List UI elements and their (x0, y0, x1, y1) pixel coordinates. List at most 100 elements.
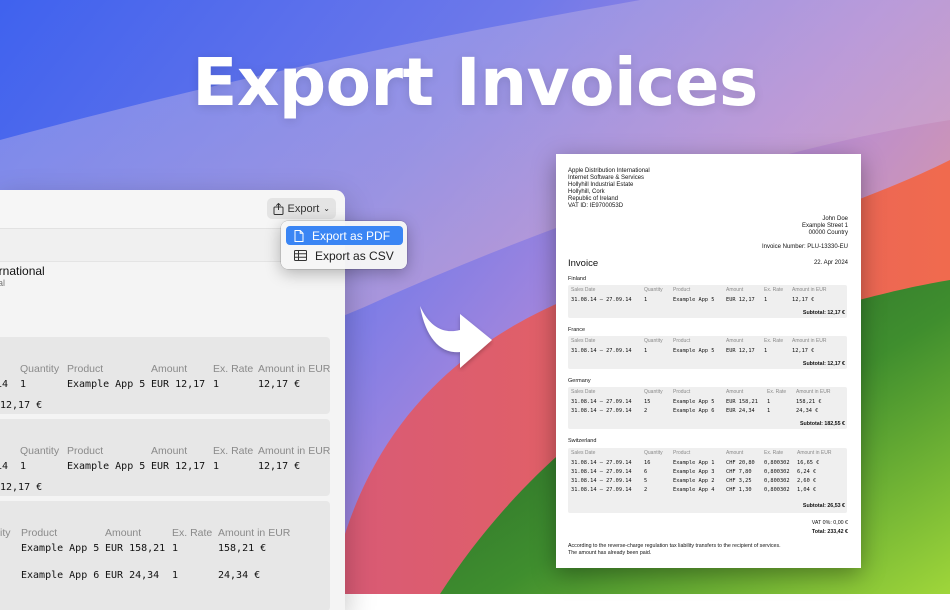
column-header: Amount (105, 527, 142, 539)
cell: 6,24 € (797, 469, 817, 475)
invoice-title: Invoice (568, 258, 599, 269)
arrow-right-icon (420, 306, 492, 368)
column-header: Quantity (20, 445, 60, 457)
column-header: Product (673, 287, 691, 293)
cell-quantity: 1 (20, 461, 27, 472)
cell: EUR 24,34 (726, 408, 755, 414)
column-header: Ex. Rate (764, 287, 784, 293)
column-header: ity (0, 527, 11, 539)
invoice-table: Sales Date Quantity Product Amount Ex. R… (568, 336, 847, 369)
cell-amount-eur: 158,21 € (218, 543, 267, 554)
column-header: Amount (726, 450, 744, 456)
cell: 0,800302 (764, 487, 790, 493)
cell: 31.08.14 – 27.09.14 (571, 460, 632, 466)
cell: 0,800302 (764, 478, 790, 484)
cell: 31.08.14 – 27.09.14 (571, 297, 632, 303)
cell: 5 (644, 478, 648, 484)
menu-item-export-pdf[interactable]: Export as PDF (286, 226, 403, 245)
subtotal: 12,17 € (0, 482, 43, 493)
document-icon (294, 229, 304, 242)
column-header: Amount (726, 287, 744, 293)
subtotal: Subtotal: 182,55 € (799, 421, 845, 427)
company-name: ernational (0, 264, 45, 278)
address-line: VAT ID: IE9700053D (568, 203, 624, 210)
column-header: Product (67, 445, 104, 457)
menu-item-label: Export as CSV (315, 248, 394, 263)
section-title: Finland (568, 276, 587, 282)
cell-quantity: 1 (20, 379, 27, 390)
cell: Example App 2 (673, 478, 715, 484)
column-header: Sales Date (571, 389, 596, 395)
cell: 15 (644, 399, 651, 405)
cell: 31.08.14 – 27.09.14 (571, 399, 632, 405)
chevron-down-icon: ⌄ (323, 204, 330, 213)
column-header: Quantity (644, 287, 663, 293)
column-header: Amount (726, 338, 744, 344)
column-header: Ex. Rate (172, 527, 213, 539)
invoice-date: 22. Apr 2024 (813, 260, 848, 266)
column-header: Amount in EUR (218, 527, 291, 539)
column-header: Amount (726, 389, 744, 395)
cell-product: Example App 5 (67, 379, 146, 390)
column-header: Amount in EUR (792, 338, 827, 344)
invoice-table: Sales Date Quantity Product Amount Ex. R… (568, 448, 847, 513)
column-header: Amount in EUR (258, 445, 331, 457)
column-header: Sales Date (571, 450, 596, 456)
column-header: Amount in EUR (258, 363, 331, 375)
column-header: Sales Date (571, 287, 596, 293)
menu-item-export-csv[interactable]: Export as CSV (286, 246, 403, 265)
column-header: Product (67, 363, 104, 375)
address-line: Hollyhill, Cork (568, 189, 605, 196)
country-card: Quantity Product Amount Ex. Rate Amount … (0, 419, 330, 496)
column-header: Ex. Rate (213, 445, 254, 457)
cell: Example App 6 (673, 408, 715, 414)
cell: Example App 3 (673, 469, 715, 475)
cell-amount-eur: 12,17 € (258, 461, 301, 472)
address-line: 00000 Country (808, 230, 848, 237)
cell: 0,800302 (764, 460, 790, 466)
cell: 1 (767, 399, 771, 405)
cell-date: 14 (0, 379, 9, 390)
cell: 16,65 € (797, 460, 820, 466)
menu-item-label: Export as PDF (312, 228, 391, 243)
footer-note: The amount has already been paid. (568, 550, 652, 556)
share-icon (273, 202, 283, 215)
column-header: Amount in EUR (792, 287, 827, 293)
cell-product: Example App 5 (21, 543, 100, 554)
subtotal: Subtotal: 26,53 € (802, 503, 845, 509)
column-header: Amount in EUR (796, 389, 831, 395)
address-line: Apple Distribution International (568, 168, 650, 174)
column-header: Product (21, 527, 58, 539)
invoice-document: Apple Distribution International Interne… (556, 154, 861, 568)
vat-line: VAT 0%: 0,00 € (811, 520, 848, 526)
cell: Example App 1 (673, 460, 715, 466)
invoice-table: Sales Date Quantity Product Amount Ex. R… (568, 285, 847, 318)
cell: 2 (644, 408, 648, 414)
cell: 2,60 € (797, 478, 817, 484)
cell-amount: EUR 24,34 (105, 570, 160, 581)
cell-rate: 1 (213, 461, 220, 472)
cell: CHF 7,80 (726, 469, 752, 475)
cell: Example App 5 (673, 297, 715, 303)
address-line: Republic of Ireland (568, 196, 619, 203)
column-header: Sales Date (571, 338, 596, 344)
invoice-number: Invoice Number: PLU-13330-EU (761, 244, 848, 250)
cell: 12,17 € (792, 348, 815, 354)
cell: EUR 12,17 (726, 348, 755, 354)
cell: Example App 5 (673, 399, 715, 405)
address-line: Example Street 1 (801, 223, 848, 230)
footer-note: According to the reverse-charge regulati… (568, 543, 781, 549)
address-line: Internet Software & Services (568, 175, 645, 182)
country-card: Quantity Product Amount Ex. Rate Amount … (0, 337, 330, 414)
export-menu: Export as PDF Export as CSV (281, 221, 407, 269)
export-button[interactable]: Export ⌄ (266, 198, 336, 219)
column-header: Amount (151, 363, 188, 375)
section-title: Switzerland (568, 438, 597, 444)
cell-date: 14 (0, 461, 9, 472)
cell-amount: EUR 12,17 (151, 461, 206, 472)
table-icon (294, 250, 307, 261)
cell-rate: 1 (172, 570, 179, 581)
column-header: Product (673, 389, 691, 395)
cell: Example App 4 (673, 487, 715, 493)
cell: 1 (644, 297, 648, 303)
